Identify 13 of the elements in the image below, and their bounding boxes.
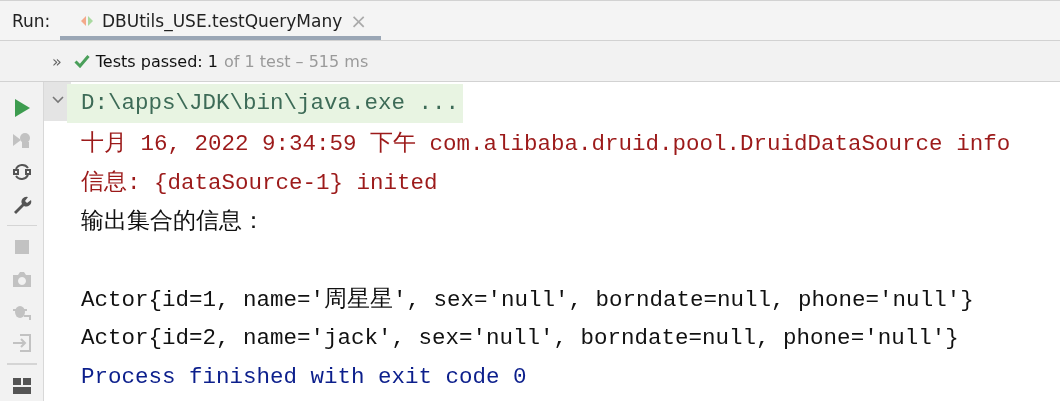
run-label: Run: <box>11 10 52 31</box>
test-run-icon <box>80 13 94 28</box>
output-line: Actor{id=1, name='周星星', sex='null', borndate=null, phone='null'} <box>81 286 974 314</box>
exit-message: Process finished with exit code 0 <box>81 363 527 390</box>
log-line: 信息: {dataSource-1} inited <box>81 169 438 197</box>
test-detail: of 1 test – 515 ms <box>224 51 369 71</box>
test-summary: Tests passed: 1 <box>95 51 218 71</box>
output-line: Actor{id=2, name='jack', sex='null', borndate=null, phone='null'} <box>81 324 959 351</box>
log-line: 十月 16, 2022 9:34:59 下午 com.alibaba.druid.pool.DruidDataSource info <box>81 130 1011 158</box>
collapse-toggle[interactable] <box>51 96 64 104</box>
expand-toggle[interactable]: » <box>52 51 62 71</box>
output-line: 输出集合的信息： <box>81 208 265 236</box>
check-icon <box>73 54 90 68</box>
